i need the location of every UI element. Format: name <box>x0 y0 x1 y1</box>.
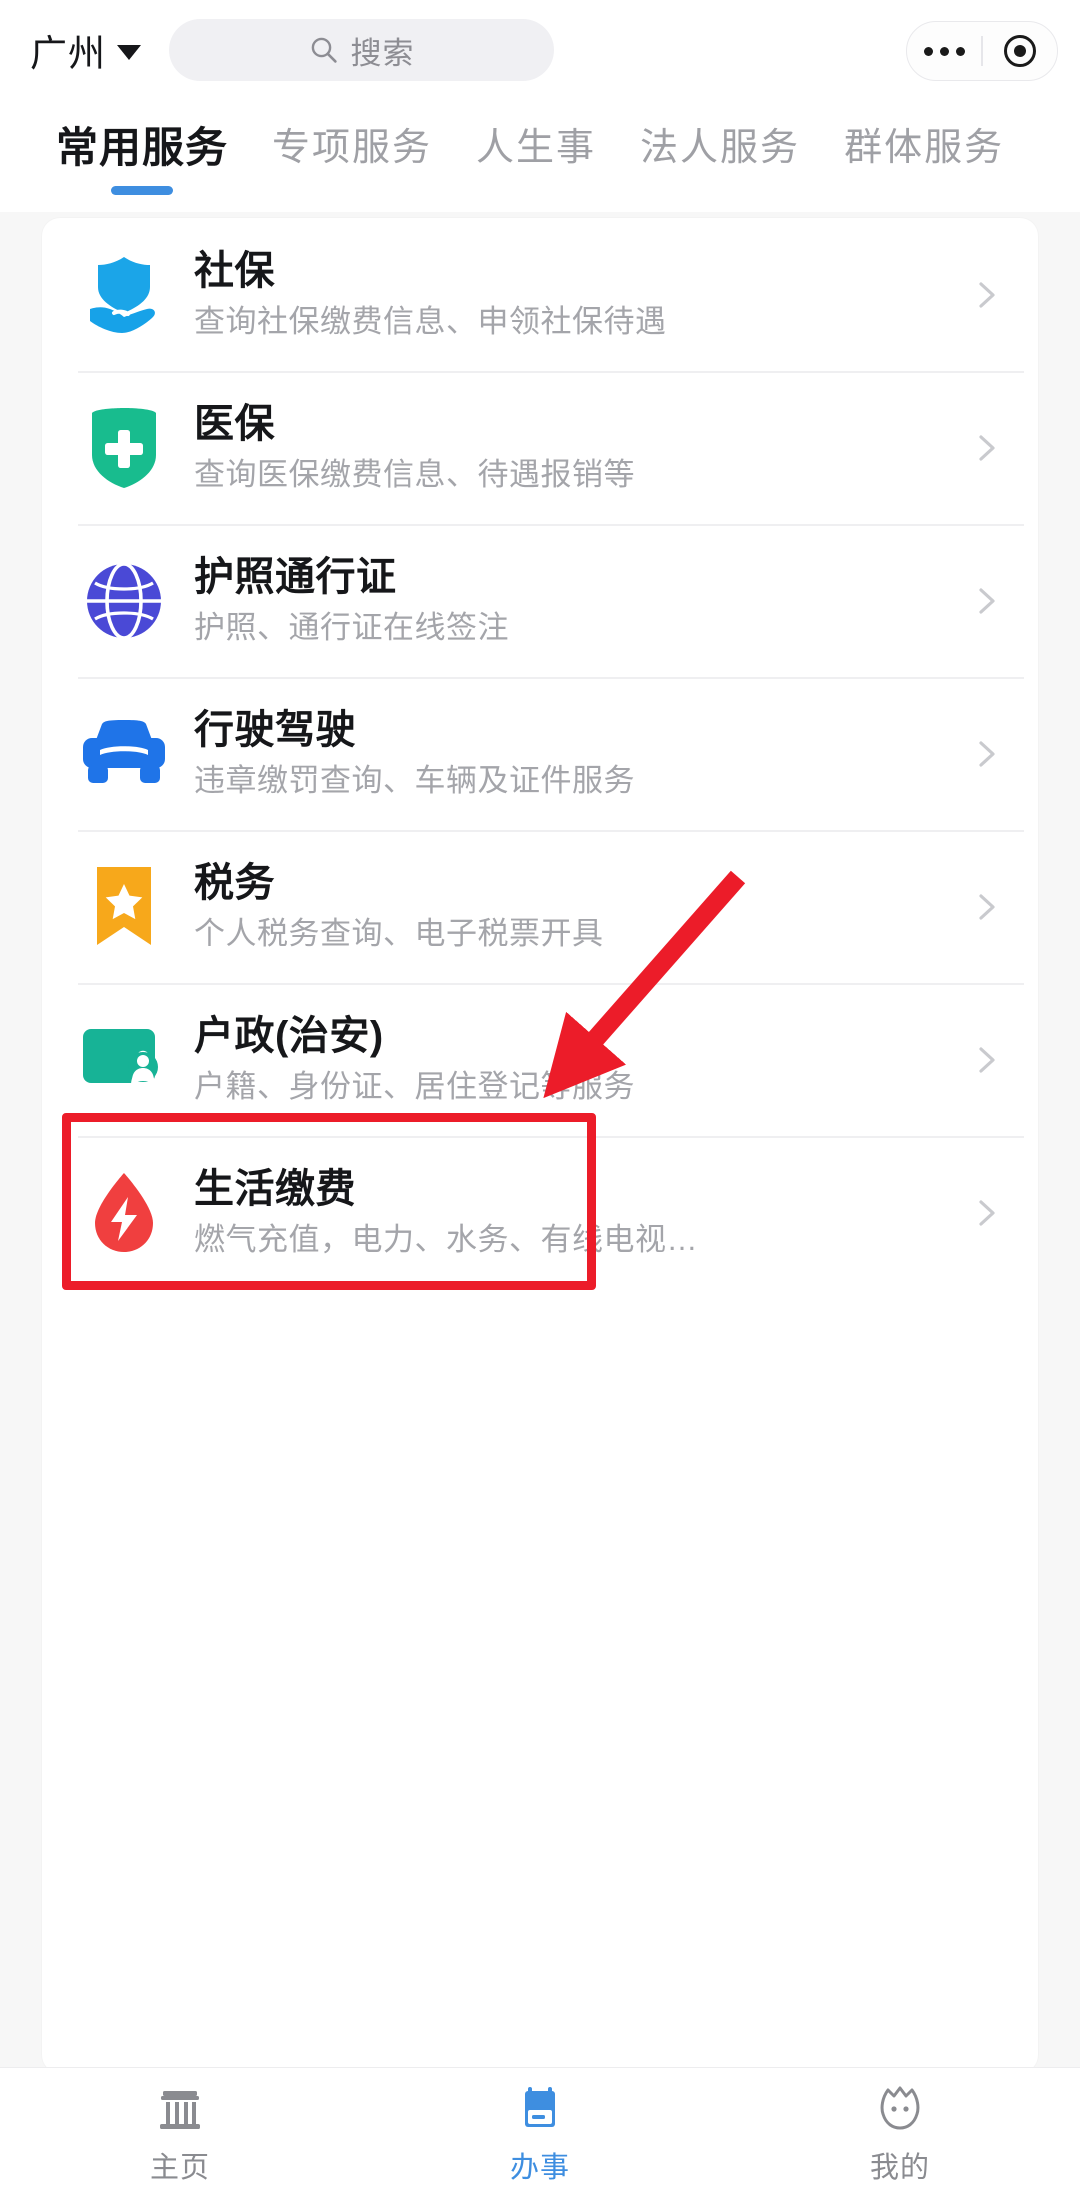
tab-group-services[interactable]: 群体服务 <box>822 122 1026 174</box>
more-menu-button[interactable] <box>907 22 981 80</box>
tab-label: 法人服务 <box>640 127 801 169</box>
service-text: 生活缴费 燃气充值，电力、水务、有线电视… <box>170 1166 962 1259</box>
service-row-tax[interactable]: 税务 个人税务查询、电子税票开具 <box>42 830 1038 983</box>
service-list-card: 社保 查询社保缴费信息、申领社保待遇 医保 查询医保缴费信息、待遇报销等 护照通… <box>42 218 1038 2067</box>
service-subtitle: 护照、通行证在线签注 <box>194 610 509 645</box>
service-row-social-security[interactable]: 社保 查询社保缴费信息、申领社保待遇 <box>42 218 1038 371</box>
chevron-right-icon <box>970 431 1004 465</box>
home-building-icon <box>154 2081 206 2135</box>
service-title: 医保 <box>194 402 275 446</box>
active-tab-indicator <box>111 186 173 195</box>
chevron-right-icon <box>970 737 1004 771</box>
service-title: 社保 <box>194 249 275 293</box>
nav-item-home[interactable]: 主页 <box>0 2068 360 2199</box>
tab-label: 群体服务 <box>844 127 1005 169</box>
utility-payment-drop-bolt-icon <box>78 1171 170 1255</box>
city-selector[interactable]: 广州 <box>30 23 141 77</box>
nav-label: 我的 <box>869 2152 930 2184</box>
nav-label: 办事 <box>509 2152 570 2184</box>
service-subtitle: 户籍、身份证、居住登记等服务 <box>194 1069 635 1104</box>
household-id-card-person-icon <box>78 1023 170 1097</box>
service-text: 户政(治安) 户籍、身份证、居住登记等服务 <box>170 1013 962 1106</box>
service-scroll-area[interactable]: 社保 查询社保缴费信息、申领社保待遇 医保 查询医保缴费信息、待遇报销等 护照通… <box>0 212 1080 2067</box>
service-subtitle: 查询医保缴费信息、待遇报销等 <box>194 457 635 492</box>
service-text: 行驶驾驶 违章缴罚查询、车辆及证件服务 <box>170 707 962 800</box>
wechat-capsule <box>906 21 1058 81</box>
service-title: 护照通行证 <box>194 555 397 599</box>
city-name: 广州 <box>30 33 106 74</box>
close-miniprogram-button[interactable] <box>983 22 1057 80</box>
service-title: 生活缴费 <box>194 1167 356 1211</box>
service-row-medical-insurance[interactable]: 医保 查询医保缴费信息、待遇报销等 <box>42 371 1038 524</box>
service-text: 社保 查询社保缴费信息、申领社保待遇 <box>170 248 962 341</box>
chevron-down-icon <box>117 44 141 60</box>
service-subtitle: 违章缴罚查询、车辆及证件服务 <box>194 763 635 798</box>
passport-globe-icon <box>78 560 170 642</box>
tab-label: 人生事 <box>476 127 597 169</box>
search-input[interactable]: 搜索 <box>169 19 554 81</box>
bottom-navigation-bar: 主页 办事 我的 <box>0 2067 1080 2199</box>
service-subtitle: 查询社保缴费信息、申领社保待遇 <box>194 304 667 339</box>
tab-legal-entity-services[interactable]: 法人服务 <box>618 122 822 174</box>
service-title: 户政(治安) <box>194 1014 384 1058</box>
tab-special-services[interactable]: 专项服务 <box>250 122 454 174</box>
profile-face-icon <box>874 2081 926 2135</box>
tab-common-services[interactable]: 常用服务 <box>34 122 250 195</box>
services-calendar-icon <box>514 2081 566 2135</box>
service-text: 护照通行证 护照、通行证在线签注 <box>170 554 962 647</box>
chevron-right-icon <box>970 584 1004 618</box>
app-header: 广州 搜索 <box>0 0 1080 100</box>
nav-item-profile[interactable]: 我的 <box>720 2068 1080 2199</box>
tab-label: 专项服务 <box>272 127 433 169</box>
service-text: 税务 个人税务查询、电子税票开具 <box>170 860 962 953</box>
tax-star-badge-icon <box>78 865 170 949</box>
service-subtitle: 燃气充值，电力、水务、有线电视… <box>194 1222 698 1257</box>
social-security-shield-hand-icon <box>78 253 170 337</box>
tab-life-events[interactable]: 人生事 <box>454 122 618 174</box>
vehicle-car-icon <box>78 718 170 790</box>
chevron-right-icon <box>970 278 1004 312</box>
search-placeholder: 搜索 <box>350 35 415 71</box>
service-subtitle: 个人税务查询、电子税票开具 <box>194 916 604 951</box>
service-text: 医保 查询医保缴费信息、待遇报销等 <box>170 401 962 494</box>
chevron-right-icon <box>970 890 1004 924</box>
tab-label: 常用服务 <box>56 124 229 171</box>
service-title: 税务 <box>194 861 275 905</box>
nav-label: 主页 <box>149 2152 210 2184</box>
service-row-household-public-security[interactable]: 户政(治安) 户籍、身份证、居住登记等服务 <box>42 983 1038 1136</box>
mini-program-screen: 广州 搜索 常用服务 专项服务 人生事 法人服务 群体服务 社保 查询社保缴费信… <box>0 0 1080 2199</box>
service-row-vehicle-driving[interactable]: 行驶驾驶 违章缴罚查询、车辆及证件服务 <box>42 677 1038 830</box>
nav-item-services[interactable]: 办事 <box>360 2068 720 2199</box>
service-row-utility-payment[interactable]: 生活缴费 燃气充值，电力、水务、有线电视… <box>42 1136 1038 1289</box>
target-circle-icon <box>1003 35 1036 67</box>
more-dots-icon <box>923 46 965 56</box>
search-icon <box>311 37 337 63</box>
service-row-passport[interactable]: 护照通行证 护照、通行证在线签注 <box>42 524 1038 677</box>
service-title: 行驶驾驶 <box>194 708 356 752</box>
chevron-right-icon <box>970 1043 1004 1077</box>
chevron-right-icon <box>970 1196 1004 1230</box>
category-tab-bar[interactable]: 常用服务 专项服务 人生事 法人服务 群体服务 <box>0 100 1080 212</box>
medical-insurance-shield-cross-icon <box>78 405 170 491</box>
